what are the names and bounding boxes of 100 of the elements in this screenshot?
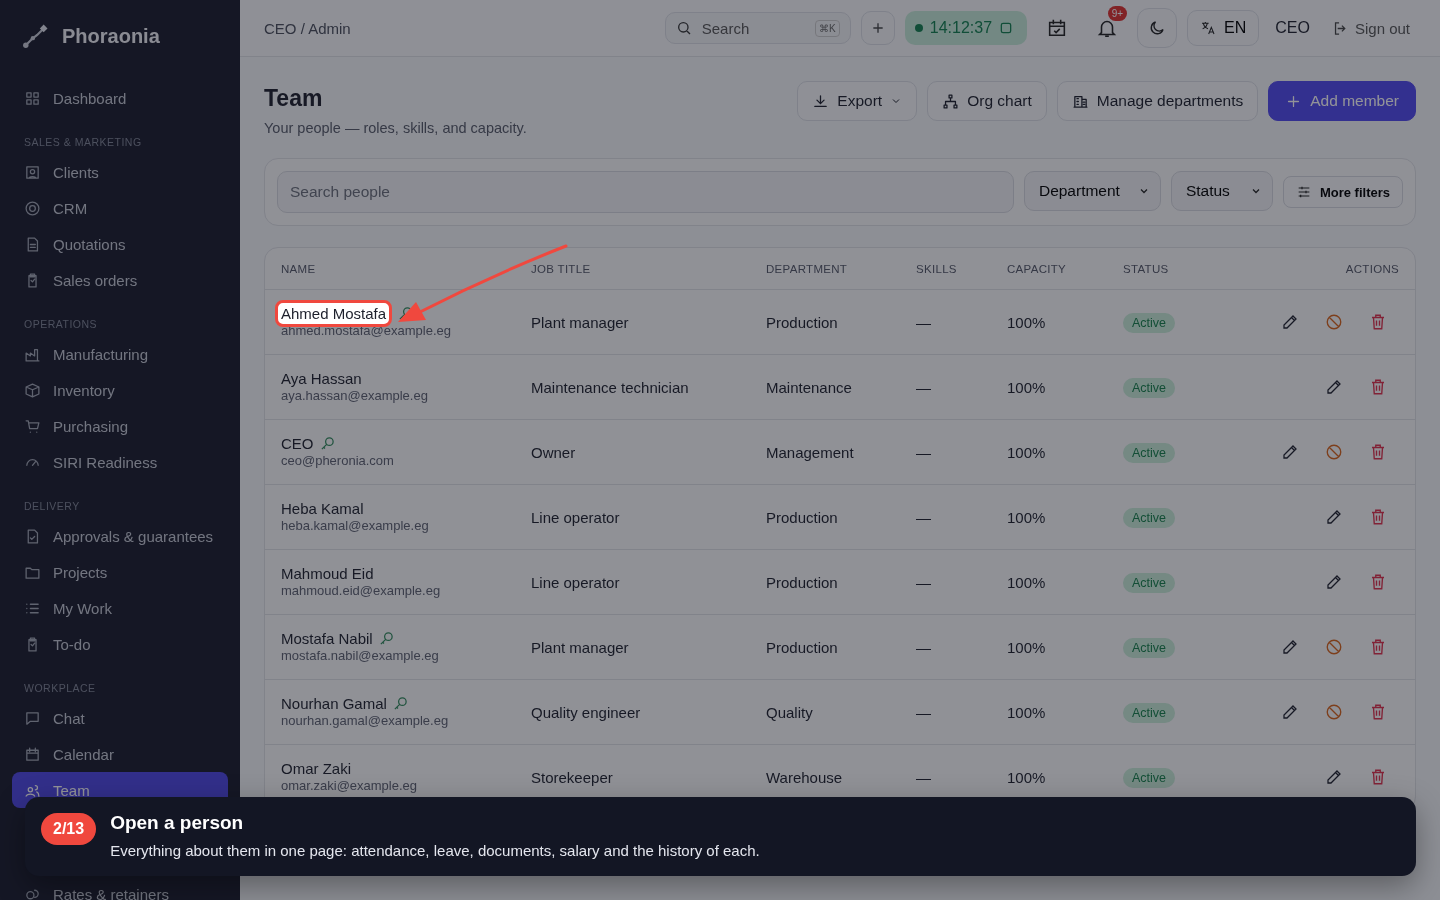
stop-icon — [999, 21, 1014, 35]
table-cell-text: — — [916, 768, 932, 786]
sidebar-item[interactable]: Manufacturing — [12, 336, 228, 372]
table-cell-text: 100% — [1007, 768, 1047, 786]
status-badge: Active — [1123, 378, 1176, 398]
status-badge: Active — [1123, 443, 1176, 463]
sidebar-item[interactable]: Chat — [12, 700, 228, 736]
sidebar-item[interactable]: SIRI Readiness — [12, 444, 228, 480]
person-email: omar.zaki@example.eg — [281, 779, 419, 794]
sidebar-item[interactable]: Projects — [12, 554, 228, 590]
table-cell-text: 100% — [1007, 443, 1047, 461]
status-badge: Active — [1123, 638, 1176, 658]
person-email: ceo@pheronia.com — [281, 454, 395, 469]
pencil-icon — [1281, 703, 1299, 721]
table-cell-text: Quality — [766, 703, 814, 721]
status-badge: Active — [1123, 313, 1176, 333]
column-header: STATUS — [1123, 262, 1170, 275]
sidebar-item[interactable]: My Work — [12, 590, 228, 626]
table-cell-text: 100% — [1007, 313, 1047, 331]
ban-icon — [1325, 443, 1343, 461]
sign-out-link[interactable]: Sign out — [1325, 18, 1416, 38]
export-button[interactable]: Export — [797, 81, 918, 121]
table-cell-text: — — [916, 638, 932, 656]
sidebar-item[interactable]: Calendar — [12, 736, 228, 772]
step-counter: 2/13 — [41, 813, 97, 845]
table-cell-text: Production — [766, 313, 839, 331]
sidebar-item[interactable]: Inventory — [12, 372, 228, 408]
sidebar-item[interactable]: Quotations — [12, 226, 228, 262]
sidebar-item[interactable]: Sales orders — [12, 262, 228, 298]
table-cell-text: — — [916, 313, 932, 331]
pencil-icon — [1325, 378, 1343, 396]
table-cell-text: Plant manager — [531, 638, 630, 656]
person-name[interactable]: Heba Kamal — [281, 500, 364, 518]
ban-icon — [1325, 703, 1343, 721]
trash-icon — [1369, 638, 1387, 656]
table-cell-text: Owner — [531, 443, 577, 461]
person-email: aya.hassan@example.eg — [281, 389, 429, 404]
column-header: NAME — [281, 262, 317, 275]
sidebar-item[interactable]: Approvals & guarantees — [12, 518, 228, 554]
sidebar-item[interactable]: Purchasing — [12, 408, 228, 444]
trash-icon — [1369, 378, 1387, 396]
person-name[interactable]: Nourhan Gamal — [281, 695, 387, 713]
shortcut-hint: ⌘K — [815, 19, 840, 37]
search-people-field[interactable]: Search people — [277, 171, 1014, 213]
status-badge: Active — [1123, 703, 1176, 723]
filter-select[interactable]: Department — [1023, 171, 1161, 211]
language-button[interactable]: EN — [1187, 10, 1260, 46]
pencil-icon — [1325, 768, 1343, 786]
table-cell-text: — — [916, 443, 932, 461]
ban-icon — [1325, 638, 1343, 656]
notifications-button[interactable]: 9+ — [1087, 8, 1128, 48]
table-cell-text: Warehouse — [766, 768, 844, 786]
person-name[interactable]: Ahmed Mostafa — [275, 300, 393, 328]
table-cell-text: 100% — [1007, 573, 1047, 591]
sidebar-item[interactable]: Clients — [12, 154, 228, 190]
contact-card-icon — [24, 163, 41, 181]
trash-icon — [1369, 573, 1387, 591]
person-name[interactable]: Mostafa Nabil — [281, 630, 373, 648]
ban-icon — [1325, 313, 1343, 331]
add-button[interactable] — [860, 11, 895, 45]
search-icon — [675, 20, 692, 36]
person-name[interactable]: CEO — [281, 435, 314, 453]
search-field[interactable]: Search ⌘K — [664, 12, 851, 44]
pencil-icon — [1281, 313, 1299, 331]
person-name[interactable]: Omar Zaki — [281, 760, 351, 778]
add-member-button[interactable]: Add member — [1268, 81, 1416, 121]
timer-pill[interactable]: 14:12:37 — [904, 11, 1028, 45]
more-filters-button[interactable]: More filters — [1282, 176, 1403, 208]
calendar-icon — [24, 745, 41, 763]
person-name[interactable]: Mahmoud Eid — [281, 565, 374, 583]
org-chart-button[interactable]: Org chart — [927, 81, 1047, 121]
sidebar-item[interactable]: CRM — [12, 190, 228, 226]
pencil-icon — [1325, 573, 1343, 591]
trash-icon — [1369, 443, 1387, 461]
table-cell-text: Maintenance — [766, 378, 853, 396]
search-input[interactable]: Search — [699, 18, 804, 38]
notification-badge: 9+ — [1107, 6, 1128, 21]
page-title: Team — [264, 85, 324, 112]
status-badge: Active — [1123, 573, 1176, 593]
column-header: SKILLS — [916, 262, 958, 275]
table-cell-text: Quality engineer — [531, 703, 642, 721]
logo-icon — [22, 23, 48, 49]
filter-select[interactable]: Status — [1170, 171, 1273, 211]
sidebar-item[interactable]: To-do — [12, 626, 228, 662]
sidebar-item[interactable]: Dashboard — [12, 80, 228, 116]
column-header: JOB TITLE — [531, 262, 592, 275]
table-cell-text: Maintenance technician — [531, 378, 690, 396]
sidebar-item[interactable]: Rates & retainers — [12, 876, 228, 900]
brand-name: Phoraonia — [62, 24, 160, 48]
table-cell-text: 100% — [1007, 508, 1047, 526]
chat-icon — [24, 709, 41, 727]
status-badge: Active — [1123, 508, 1176, 528]
theme-button[interactable] — [1137, 8, 1178, 48]
manage-departments-button[interactable]: Manage departments — [1056, 81, 1259, 121]
grid-icon — [24, 89, 41, 107]
trash-icon — [1369, 508, 1387, 526]
breadcrumb: CEO / Admin — [264, 19, 351, 37]
person-name[interactable]: Aya Hassan — [281, 370, 362, 388]
box-icon — [24, 381, 41, 399]
trash-icon — [1369, 703, 1387, 721]
